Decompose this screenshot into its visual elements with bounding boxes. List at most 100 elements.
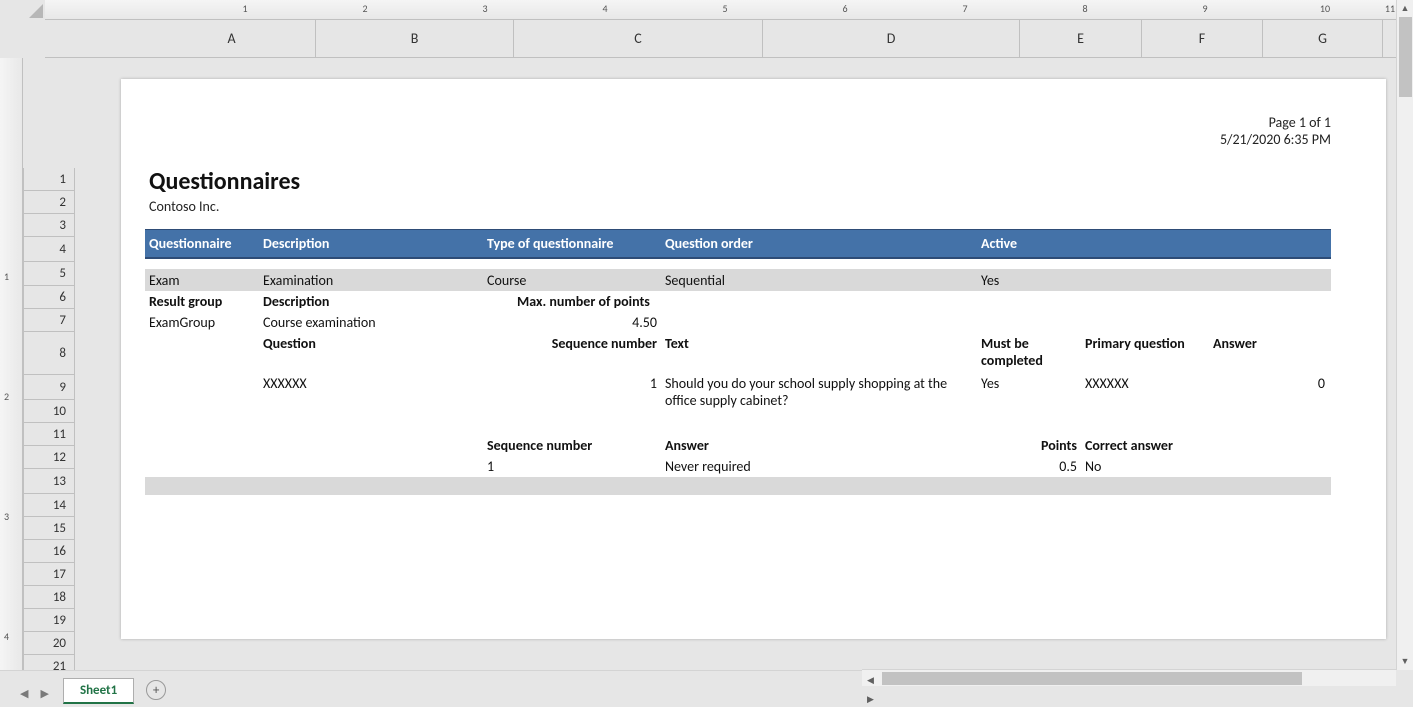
cell-must-completed: Yes xyxy=(977,375,1081,392)
ruler-num: 3 xyxy=(482,2,487,15)
ruler-num: 10 xyxy=(1320,2,1330,15)
row-header[interactable]: 1 xyxy=(23,168,75,191)
hdr-answer-text: Answer xyxy=(661,437,977,454)
row-header[interactable]: 11 xyxy=(23,423,75,446)
hdr-seq: Sequence number xyxy=(483,335,661,352)
row-header[interactable]: 20 xyxy=(23,632,75,655)
horizontal-scroll-thumb[interactable] xyxy=(882,672,1302,685)
col-header-f[interactable]: F xyxy=(1142,20,1263,57)
hdr-description: Description xyxy=(259,235,483,252)
ruler-num: 4 xyxy=(602,2,607,15)
scroll-left-icon[interactable]: ◀ xyxy=(862,673,879,689)
cell-question: XXXXXX xyxy=(259,375,483,392)
col-header-c[interactable]: C xyxy=(514,20,763,57)
vertical-scrollbar[interactable]: ▲ ▼ xyxy=(1396,0,1413,670)
page-indicator: Page 1 of 1 xyxy=(1220,114,1331,131)
scroll-down-icon[interactable]: ▼ xyxy=(1397,653,1413,670)
hdr-correct: Correct answer xyxy=(1081,437,1209,454)
vertical-ruler: 1 2 3 4 xyxy=(0,58,23,670)
row-header[interactable]: 17 xyxy=(23,563,75,586)
questionnaire-row: Exam Examination Course Sequential Yes xyxy=(145,269,1331,291)
hdr-question: Question xyxy=(259,335,483,352)
cell-seq: 1 xyxy=(483,375,661,392)
ruler-num: 11 xyxy=(1385,2,1395,15)
question-row: XXXXXX 1 Should you do your school suppl… xyxy=(145,373,1331,417)
cell-questionnaire: Exam xyxy=(145,272,259,289)
print-page: Page 1 of 1 5/21/2020 6:35 PM Questionna… xyxy=(121,79,1386,639)
select-all-corner[interactable] xyxy=(0,0,45,20)
scroll-right-icon[interactable]: ▶ xyxy=(862,691,879,707)
row-header[interactable]: 5 xyxy=(23,262,75,286)
cell-description: Examination xyxy=(259,272,483,289)
row-header[interactable]: 6 xyxy=(23,286,75,309)
col-header-g[interactable]: G xyxy=(1263,20,1383,57)
hdr-points: Points xyxy=(977,437,1081,454)
company-name: Contoso Inc. xyxy=(149,198,300,215)
cell-correct: No xyxy=(1081,458,1209,475)
sheet-tab-active[interactable]: Sheet1 xyxy=(63,678,134,704)
row-header[interactable]: 10 xyxy=(23,400,75,423)
row-header[interactable]: 18 xyxy=(23,586,75,609)
answer-row: 1 Never required 0.5 No xyxy=(145,456,1331,477)
cell-primary-question: XXXXXX xyxy=(1081,375,1209,392)
question-header: Question Sequence number Text Must be co… xyxy=(145,333,1331,373)
vertical-scroll-thumb[interactable] xyxy=(1399,17,1412,97)
cell-result-group: ExamGroup xyxy=(145,314,259,331)
cell-order: Sequential xyxy=(661,272,977,289)
hdr-active: Active xyxy=(977,235,1081,252)
row-header[interactable]: 9 xyxy=(23,375,75,400)
row-header[interactable]: 14 xyxy=(23,494,75,517)
row-header[interactable]: 3 xyxy=(23,214,75,237)
report-body: Questionnaire Description Type of questi… xyxy=(145,229,1331,495)
tab-next-icon[interactable]: ▶ xyxy=(34,687,54,700)
sheet-tab-bar: ◀ ▶ Sheet1 + xyxy=(0,670,862,704)
cell-type: Course xyxy=(483,272,661,289)
table-header-row: Questionnaire Description Type of questi… xyxy=(145,229,1331,259)
hdr-answer: Answer xyxy=(1209,335,1329,352)
hdr-questionnaire: Questionnaire xyxy=(145,235,259,252)
cell-answer-seq: 1 xyxy=(483,458,661,475)
add-sheet-button[interactable]: + xyxy=(146,680,166,700)
tab-prev-icon[interactable]: ◀ xyxy=(14,687,34,700)
cell-answer: 0 xyxy=(1209,375,1329,392)
hdr-type: Type of questionnaire xyxy=(483,235,661,252)
hdr-max-points: Max. number of points xyxy=(483,293,661,310)
cell-active: Yes xyxy=(977,272,1081,289)
empty-gray-row xyxy=(145,477,1331,495)
cell-text: Should you do your school supply shoppin… xyxy=(661,375,977,409)
cell-max-points: 4.50 xyxy=(483,314,661,331)
hdr-primary-question: Primary question xyxy=(1081,335,1209,352)
hdr-order: Question order xyxy=(661,235,977,252)
cell-points: 0.5 xyxy=(977,458,1081,475)
col-header-a[interactable]: A xyxy=(148,20,316,57)
hdr-result-group: Result group xyxy=(145,293,259,310)
row-header[interactable]: 15 xyxy=(23,517,75,540)
col-header-e[interactable]: E xyxy=(1020,20,1142,57)
col-header-d[interactable]: D xyxy=(763,20,1020,57)
row-header[interactable]: 4 xyxy=(23,237,75,262)
row-header[interactable]: 13 xyxy=(23,469,75,494)
result-group-header: Result group Description Max. number of … xyxy=(145,291,1331,312)
horizontal-scrollbar[interactable]: ◀ ▶ xyxy=(862,669,1396,686)
scroll-up-icon[interactable]: ▲ xyxy=(1397,0,1413,17)
page-title: Questionnaires xyxy=(149,167,300,196)
cell-answer-text: Never required xyxy=(661,458,977,475)
ruler-num: 6 xyxy=(842,2,847,15)
hdr-answer-seq: Sequence number xyxy=(483,437,661,454)
ruler-num: 7 xyxy=(962,2,967,15)
hdr-result-description: Description xyxy=(259,293,483,310)
ruler-num: 1 xyxy=(242,2,247,15)
col-header-b[interactable]: B xyxy=(316,20,514,57)
row-header[interactable]: 19 xyxy=(23,609,75,632)
row-header[interactable]: 16 xyxy=(23,540,75,563)
hdr-text: Text xyxy=(661,335,977,352)
row-header[interactable]: 2 xyxy=(23,191,75,214)
ruler-num: 2 xyxy=(362,2,367,15)
row-header[interactable]: 7 xyxy=(23,309,75,332)
tab-nav: ◀ ▶ xyxy=(0,687,63,704)
row-header[interactable]: 12 xyxy=(23,446,75,469)
row-header[interactable]: 8 xyxy=(23,332,75,375)
ruler-num: 5 xyxy=(722,2,727,15)
cell-result-description: Course examination xyxy=(259,314,483,331)
page-timestamp: 5/21/2020 6:35 PM xyxy=(1220,131,1331,148)
